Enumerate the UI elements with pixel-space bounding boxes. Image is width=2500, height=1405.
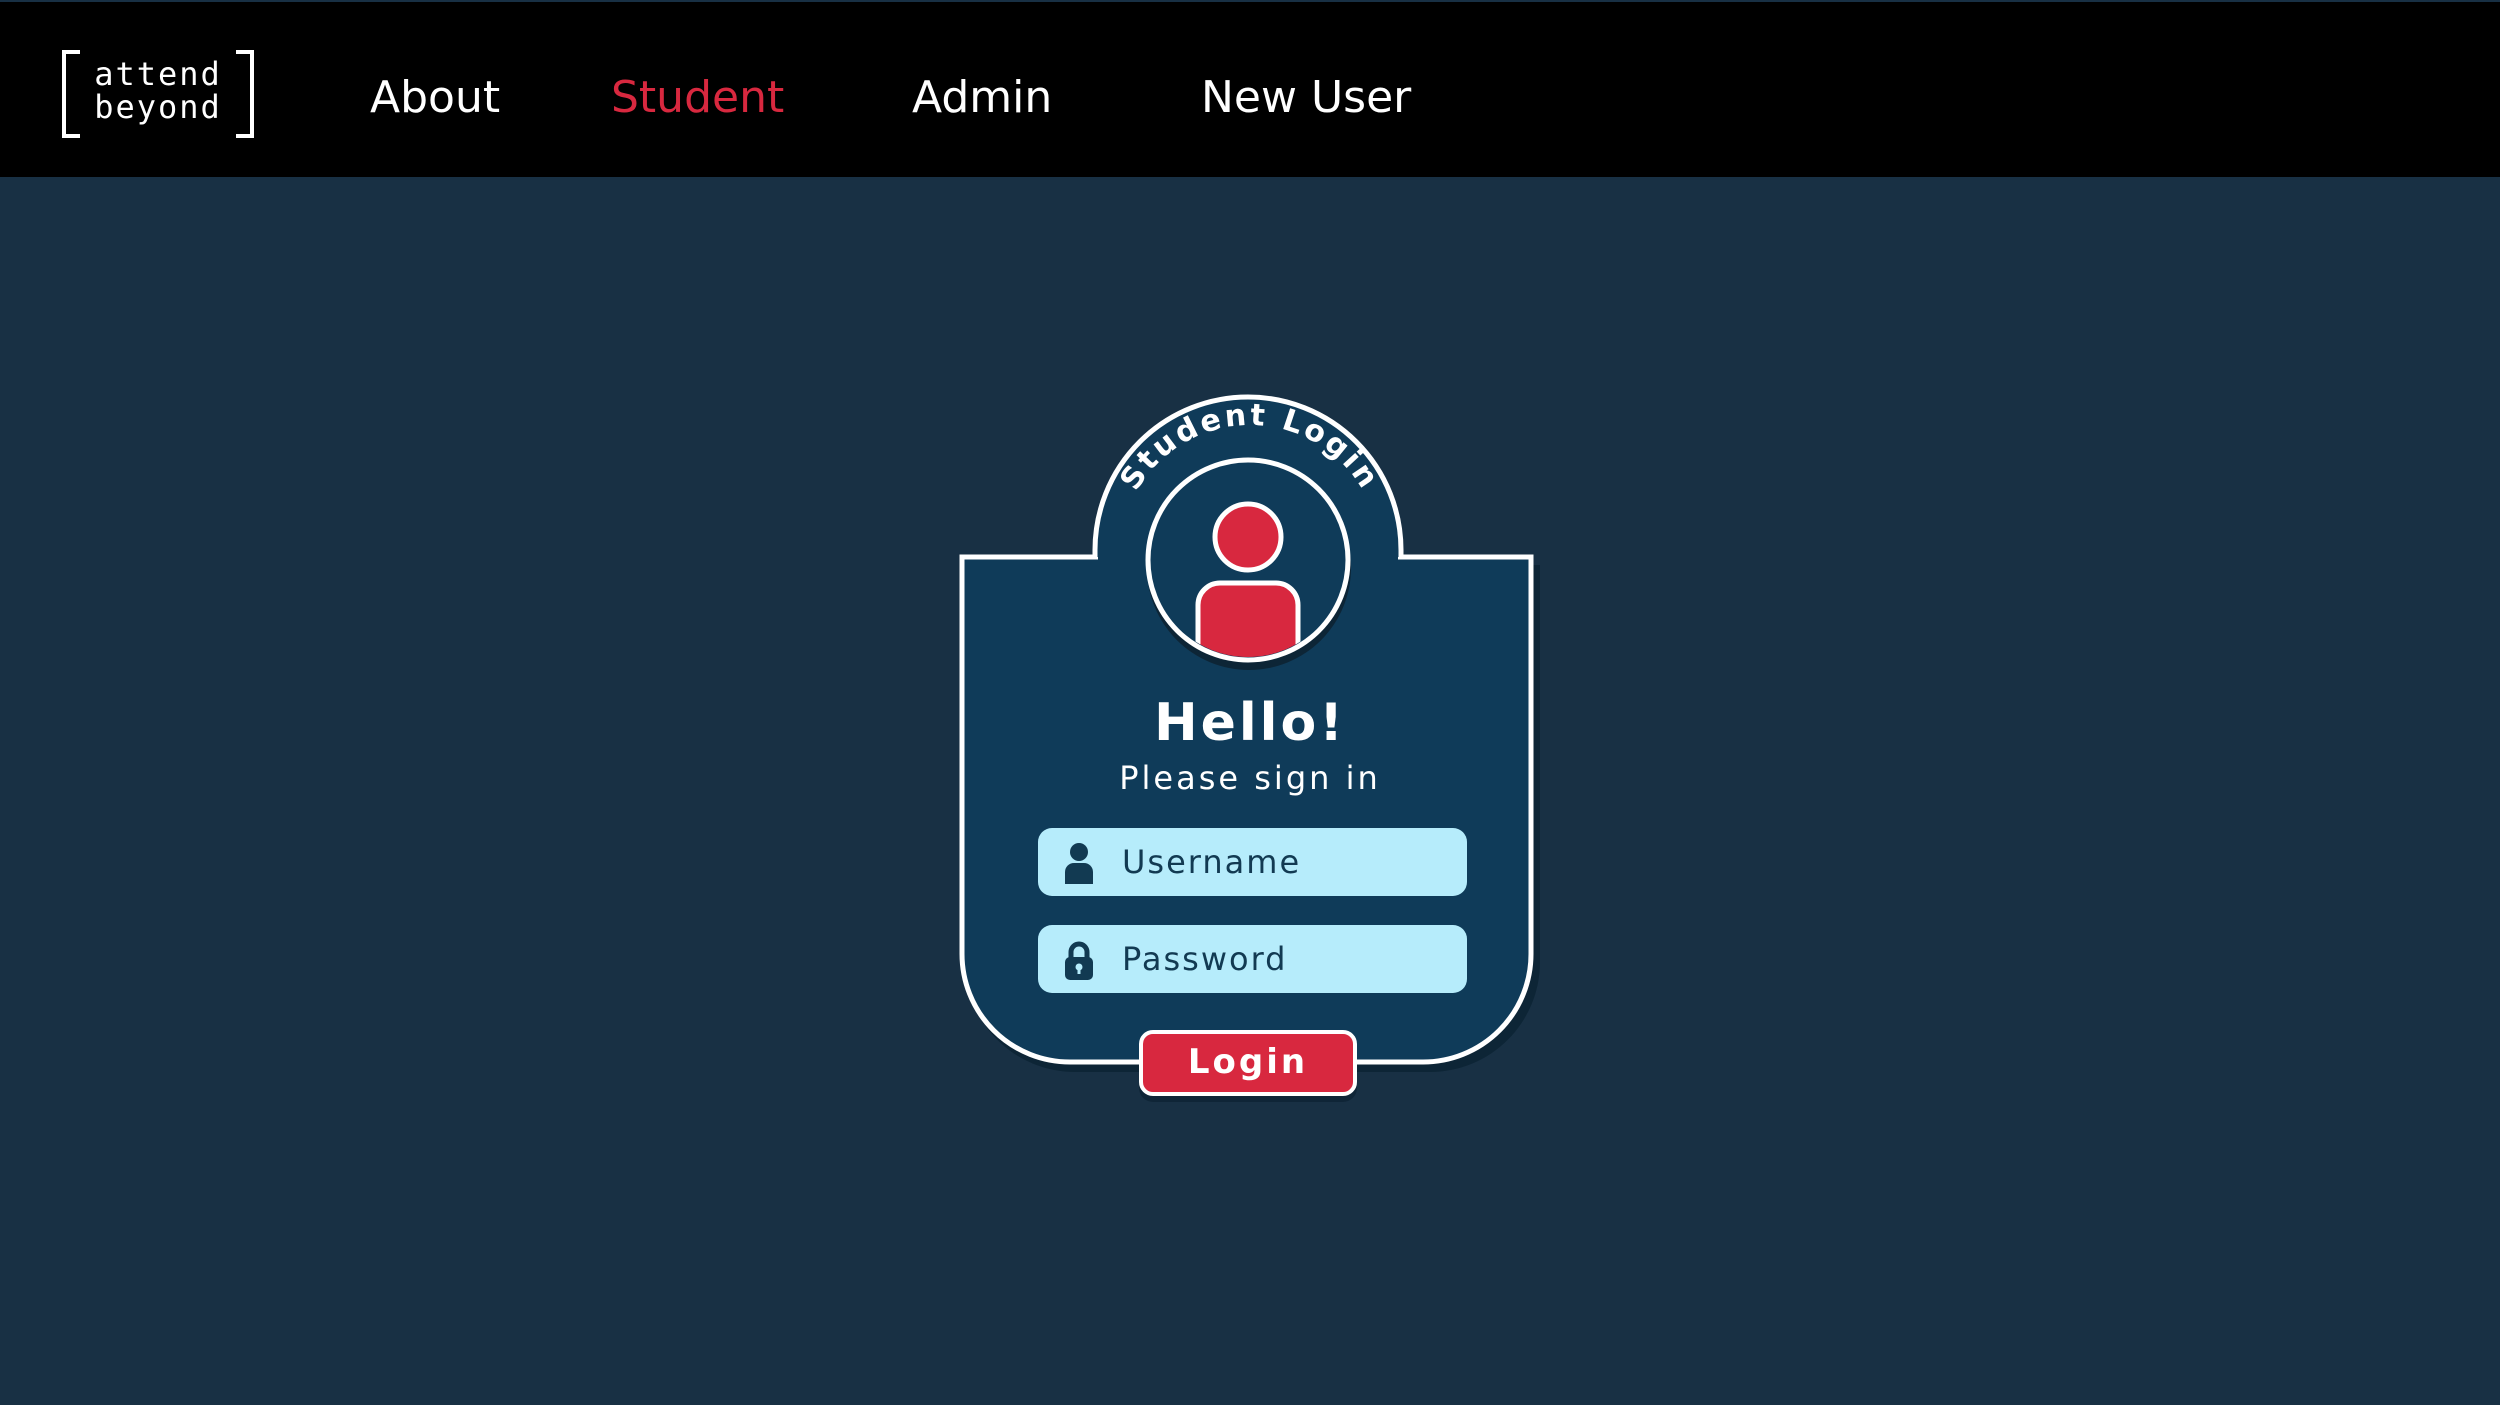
sign-in-subtitle: Please sign in — [1119, 759, 1381, 797]
nav-link-about[interactable]: About — [370, 68, 500, 128]
user-icon — [1065, 843, 1093, 884]
username-field[interactable] — [1038, 828, 1467, 896]
logo-line-1: attend — [94, 55, 222, 93]
logo-line-2: beyond — [94, 88, 222, 126]
username-input[interactable] — [1122, 828, 1452, 896]
password-field[interactable] — [1038, 925, 1467, 993]
lock-icon — [1065, 941, 1093, 980]
nav-link-student[interactable]: Student — [611, 68, 784, 128]
nav-link-new-user[interactable]: New User — [1201, 68, 1411, 128]
logo-left-bracket — [62, 50, 80, 138]
password-input[interactable] — [1122, 925, 1452, 993]
greeting-title: Hello! — [1154, 693, 1346, 753]
login-button[interactable]: Login — [1139, 1030, 1357, 1096]
top-navigation-bar: attend beyond About Student Admin New Us… — [0, 0, 2500, 177]
nav-link-admin[interactable]: Admin — [912, 68, 1052, 128]
logo-right-bracket — [236, 50, 254, 138]
attend-beyond-logo[interactable]: attend beyond — [62, 50, 254, 142]
logo-text: attend beyond — [82, 58, 234, 124]
